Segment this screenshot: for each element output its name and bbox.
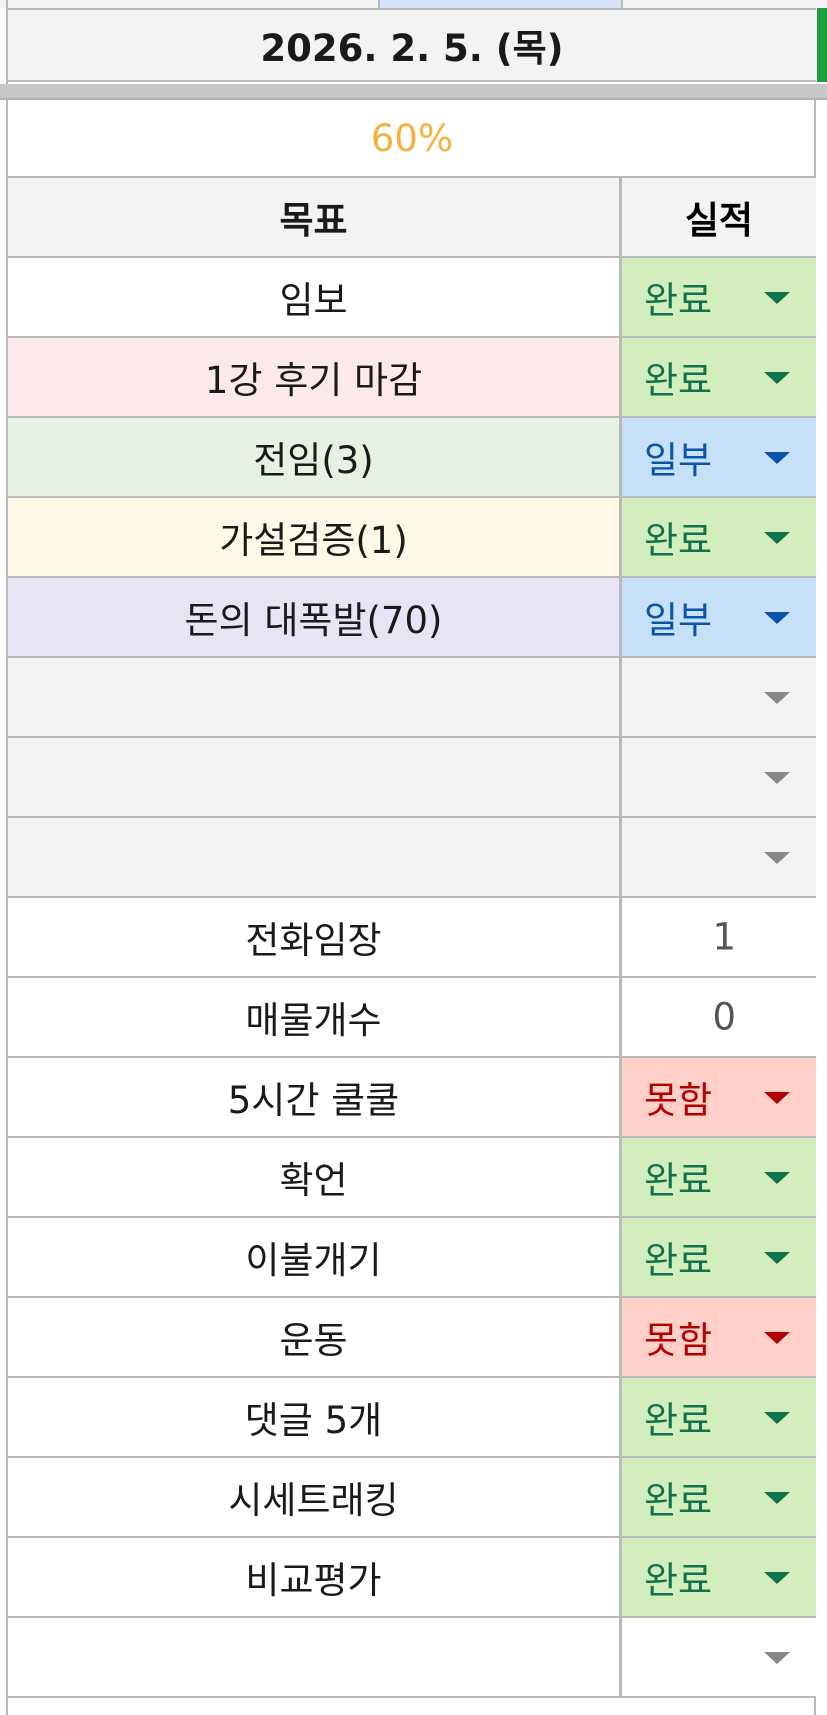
chevron-down-icon[interactable] xyxy=(764,612,790,624)
goal-cell[interactable] xyxy=(8,658,622,736)
chevron-down-icon[interactable] xyxy=(764,1652,790,1664)
table-row: 운동 못함 xyxy=(8,1298,816,1378)
table-row: 전임(3) 일부 xyxy=(8,418,816,498)
result-dropdown-cell[interactable]: 완료 xyxy=(622,498,816,576)
result-dropdown-cell[interactable]: 완료 xyxy=(622,1138,816,1216)
date-header-text: 2026. 2. 5. (목) xyxy=(260,27,564,70)
table-row: 돈의 대폭발(70) 일부 xyxy=(8,578,816,658)
result-dropdown-cell[interactable] xyxy=(622,658,816,736)
status-chip-label: 완료 xyxy=(644,359,713,402)
table-row: 임보 완료 xyxy=(8,258,816,338)
status-chip-label: 못함 xyxy=(644,1079,713,1122)
date-header-cell[interactable]: 2026. 2. 5. (목) xyxy=(8,8,816,82)
spreadsheet-view: 2026. 2. 5. (목) 60% 목표 실적 임보 완료 1강 후기 마감 완료… xyxy=(0,0,827,1715)
table-row: 5시간 쿨쿨 못함 xyxy=(8,1058,816,1138)
chevron-down-icon[interactable] xyxy=(764,452,790,464)
status-chip-label: 완료 xyxy=(644,1239,713,1282)
table-row xyxy=(8,738,816,818)
status-chip-label: 완료 xyxy=(644,1159,713,1202)
goal-column-header[interactable]: 목표 xyxy=(8,178,622,256)
chevron-down-icon[interactable] xyxy=(764,1492,790,1504)
goal-cell[interactable]: 매물개수 xyxy=(8,978,622,1056)
status-chip-label: 완료 xyxy=(644,1479,713,1522)
selected-cell-edge[interactable] xyxy=(378,0,623,8)
table-row: 전화임장 1 xyxy=(8,898,816,978)
table-row: 매물개수 0 xyxy=(8,978,816,1058)
goal-table: 목표 실적 임보 완료 1강 후기 마감 완료 전임(3) 일부 가설검증(1) 완료 돈의 대… xyxy=(8,178,816,1698)
result-dropdown-cell[interactable]: 일부 xyxy=(622,578,816,656)
status-chip-label: 완료 xyxy=(644,1399,713,1442)
goal-cell[interactable] xyxy=(8,818,622,896)
table-row: 댓글 5개 완료 xyxy=(8,1378,816,1458)
status-chip-label: 일부 xyxy=(644,599,713,642)
table-row: 비교평가 완료 xyxy=(8,1538,816,1618)
chevron-down-icon[interactable] xyxy=(764,1092,790,1104)
result-dropdown-cell[interactable] xyxy=(622,818,816,896)
goal-cell[interactable]: 운동 xyxy=(8,1298,622,1376)
result-dropdown-cell[interactable]: 못함 xyxy=(622,1058,816,1136)
adjacent-column-marker xyxy=(817,8,827,82)
goal-cell[interactable]: 임보 xyxy=(8,258,622,336)
chevron-down-icon[interactable] xyxy=(764,1572,790,1584)
chevron-down-icon[interactable] xyxy=(764,1252,790,1264)
left-column-edge xyxy=(0,0,8,1715)
chevron-down-icon[interactable] xyxy=(764,772,790,784)
goal-cell[interactable]: 확언 xyxy=(8,1138,622,1216)
table-row xyxy=(8,818,816,898)
table-row xyxy=(8,658,816,738)
chevron-down-icon[interactable] xyxy=(764,372,790,384)
goal-cell[interactable]: 1강 후기 마감 xyxy=(8,338,622,416)
chevron-down-icon[interactable] xyxy=(764,1172,790,1184)
table-row: 1강 후기 마감 완료 xyxy=(8,338,816,418)
result-dropdown-cell[interactable]: 완료 xyxy=(622,258,816,336)
result-column-header[interactable]: 실적 xyxy=(622,178,816,256)
goal-cell[interactable]: 5시간 쿨쿨 xyxy=(8,1058,622,1136)
result-dropdown-cell[interactable]: 일부 xyxy=(622,418,816,496)
previous-row-strip xyxy=(0,0,827,8)
result-dropdown-cell[interactable] xyxy=(622,1618,816,1696)
result-dropdown-cell[interactable]: 완료 xyxy=(622,1538,816,1616)
goal-cell[interactable]: 전임(3) xyxy=(8,418,622,496)
status-chip-label: 완료 xyxy=(644,279,713,322)
table-row xyxy=(8,1618,816,1698)
goal-cell[interactable]: 가설검증(1) xyxy=(8,498,622,576)
goal-cell[interactable]: 전화임장 xyxy=(8,898,622,976)
table-header-row: 목표 실적 xyxy=(8,178,816,258)
result-dropdown-cell[interactable]: 완료 xyxy=(622,338,816,416)
goal-cell[interactable] xyxy=(8,738,622,816)
chevron-down-icon[interactable] xyxy=(764,292,790,304)
result-value: 1 xyxy=(712,915,736,959)
status-chip-label: 못함 xyxy=(644,1319,713,1362)
result-dropdown-cell[interactable]: 완료 xyxy=(622,1378,816,1456)
status-chip-label: 일부 xyxy=(644,439,713,482)
goal-cell[interactable]: 비교평가 xyxy=(8,1538,622,1616)
result-dropdown-cell[interactable]: 못함 xyxy=(622,1298,816,1376)
result-number-cell[interactable]: 1 xyxy=(622,898,816,976)
result-number-cell[interactable]: 0 xyxy=(622,978,816,1056)
goal-cell[interactable]: 이불개기 xyxy=(8,1218,622,1296)
table-row: 가설검증(1) 완료 xyxy=(8,498,816,578)
chevron-down-icon[interactable] xyxy=(764,1332,790,1344)
goal-cell[interactable] xyxy=(8,1618,622,1696)
table-row: 이불개기 완료 xyxy=(8,1218,816,1298)
table-row: 시세트래킹 완료 xyxy=(8,1458,816,1538)
goal-cell[interactable]: 돈의 대폭발(70) xyxy=(8,578,622,656)
goal-cell[interactable]: 댓글 5개 xyxy=(8,1378,622,1456)
result-dropdown-cell[interactable] xyxy=(622,738,816,816)
result-value: 0 xyxy=(712,995,736,1039)
chevron-down-icon[interactable] xyxy=(764,532,790,544)
table-row: 확언 완료 xyxy=(8,1138,816,1218)
result-dropdown-cell[interactable]: 완료 xyxy=(622,1458,816,1536)
frozen-rows-divider[interactable] xyxy=(0,84,827,100)
goal-cell[interactable]: 시세트래킹 xyxy=(8,1458,622,1536)
progress-percent-cell[interactable]: 60% xyxy=(8,100,816,178)
result-dropdown-cell[interactable]: 완료 xyxy=(622,1218,816,1296)
progress-percent-text: 60% xyxy=(370,116,454,160)
chevron-down-icon[interactable] xyxy=(764,852,790,864)
status-chip-label: 완료 xyxy=(644,1559,713,1602)
chevron-down-icon[interactable] xyxy=(764,1412,790,1424)
status-chip-label: 완료 xyxy=(644,519,713,562)
chevron-down-icon[interactable] xyxy=(764,692,790,704)
